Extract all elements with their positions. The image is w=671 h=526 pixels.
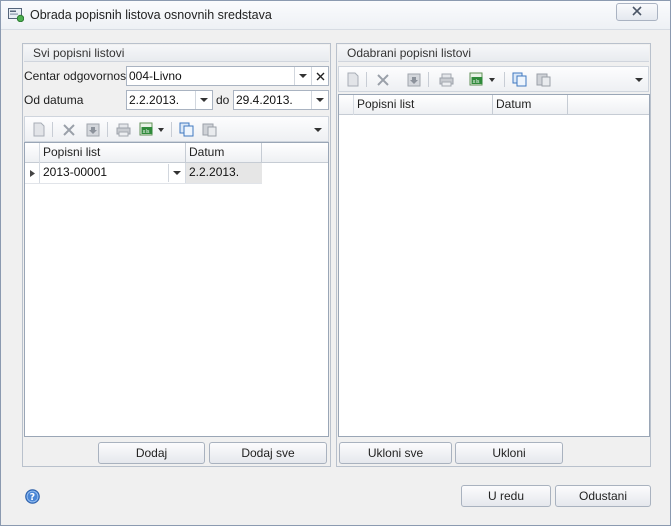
window-title: Obrada popisnih listova osnovnih sredsta… xyxy=(30,8,272,22)
copy-icon xyxy=(512,72,526,87)
cell-datum[interactable]: 2.2.2013. xyxy=(186,163,262,183)
save-button[interactable] xyxy=(84,121,102,138)
toolbar-separator xyxy=(428,72,429,87)
add-all-button[interactable]: Dodaj sve xyxy=(209,442,327,464)
add-button[interactable]: Dodaj xyxy=(98,442,205,464)
from-date-label: Od datuma xyxy=(24,93,84,107)
cancel-button[interactable]: Odustani xyxy=(555,485,651,507)
from-date-dropdown-button[interactable] xyxy=(195,91,212,109)
toolbar-separator xyxy=(366,72,367,87)
new-icon xyxy=(347,72,359,87)
excel-export-button[interactable]: xls xyxy=(138,121,156,138)
center-label: Centar odgovornosti xyxy=(24,69,133,83)
print-icon xyxy=(116,123,130,136)
column-header-popisni-list[interactable]: Popisni list xyxy=(40,143,186,163)
close-icon xyxy=(632,5,642,19)
to-date-picker[interactable]: 29.4.2013. xyxy=(233,90,329,110)
excel-export-dropdown[interactable] xyxy=(156,121,166,138)
app-icon xyxy=(8,8,25,23)
new-button[interactable] xyxy=(344,71,362,88)
column-header-datum[interactable]: Datum xyxy=(493,95,568,115)
title-bar[interactable]: Obrada popisnih listova osnovnih sredsta… xyxy=(1,1,670,30)
clear-icon xyxy=(316,72,324,80)
chevron-down-icon xyxy=(316,98,324,102)
svg-text:?: ? xyxy=(30,492,36,503)
dialog-window: Obrada popisnih listova osnovnih sredsta… xyxy=(0,0,671,526)
copy-button[interactable] xyxy=(177,121,195,138)
right-toolbar: xls xyxy=(338,66,649,92)
to-date-dropdown-button[interactable] xyxy=(311,91,328,109)
delete-icon xyxy=(63,123,75,136)
excel-export-button[interactable]: xls xyxy=(468,71,486,88)
save-button[interactable] xyxy=(405,71,423,88)
delete-button[interactable] xyxy=(60,121,78,138)
copy-icon xyxy=(179,122,193,137)
toolbar-options-button[interactable] xyxy=(312,121,324,138)
print-icon xyxy=(439,73,453,86)
dropdown-arrow-icon xyxy=(158,127,164,132)
close-button[interactable] xyxy=(616,3,658,21)
copy-button[interactable] xyxy=(510,71,528,88)
dropdown-arrow-icon xyxy=(489,77,495,82)
all-lists-grid[interactable]: Popisni list Datum 2013-00001 2.2.2013. xyxy=(24,142,329,437)
cell-popisni-list[interactable]: 2013-00001 xyxy=(40,163,186,183)
help-icon[interactable]: ? xyxy=(25,489,40,504)
toolbar-separator xyxy=(107,122,108,137)
to-date-label: do xyxy=(216,93,230,107)
new-button[interactable] xyxy=(30,121,48,138)
center-value: 004-Livno xyxy=(129,69,182,83)
all-lists-panel: Svi popisni listovi Centar odgovornosti … xyxy=(22,43,331,467)
from-date-picker[interactable]: 2.2.2013. xyxy=(126,90,213,110)
toolbar-separator xyxy=(52,122,53,137)
toolbar-separator xyxy=(171,122,172,137)
from-date-value: 2.2.2013. xyxy=(129,93,180,107)
selected-lists-grid[interactable]: Popisni list Datum xyxy=(338,94,650,437)
row-indicator xyxy=(25,163,40,183)
paste-icon xyxy=(536,73,550,87)
delete-button[interactable] xyxy=(374,71,392,88)
svg-text:xls: xls xyxy=(142,129,149,135)
new-icon xyxy=(33,122,45,137)
paste-button[interactable] xyxy=(534,71,552,88)
excel-export-icon: xls xyxy=(469,72,482,86)
print-button[interactable] xyxy=(437,71,455,88)
row-indicator-header xyxy=(25,143,40,163)
left-toolbar: xls xyxy=(24,116,329,142)
current-row-icon xyxy=(29,169,35,177)
ok-button[interactable]: U redu xyxy=(461,485,551,507)
print-button[interactable] xyxy=(114,121,132,138)
paste-button[interactable] xyxy=(200,121,218,138)
toolbar-options-button[interactable] xyxy=(633,71,645,88)
remove-all-button[interactable]: Ukloni sve xyxy=(339,442,452,464)
grid-header: Popisni list Datum xyxy=(339,95,649,115)
chevron-down-icon xyxy=(200,98,208,102)
toolbar-options-icon xyxy=(314,127,322,132)
svg-text:xls: xls xyxy=(472,79,479,85)
toolbar-options-icon xyxy=(635,77,643,82)
toolbar-separator xyxy=(504,72,505,87)
paste-icon xyxy=(202,123,216,137)
center-combo[interactable]: 004-Livno xyxy=(126,66,329,86)
to-date-value: 29.4.2013. xyxy=(236,93,293,107)
column-header-popisni-list[interactable]: Popisni list xyxy=(354,95,493,115)
panel-caption: Svi popisni listovi xyxy=(24,45,329,62)
column-header-datum[interactable]: Datum xyxy=(186,143,262,163)
chevron-down-icon xyxy=(299,74,307,78)
panel-caption: Odabrani popisni listovi xyxy=(338,45,649,62)
save-icon xyxy=(86,123,100,136)
selected-lists-panel: Odabrani popisni listovi xls Popisni lis… xyxy=(336,43,651,467)
excel-export-icon: xls xyxy=(139,122,152,136)
remove-button[interactable]: Ukloni xyxy=(455,442,563,464)
cell-editor-dropdown[interactable] xyxy=(168,164,185,182)
chevron-down-icon xyxy=(173,171,181,175)
center-clear-button[interactable] xyxy=(311,67,328,85)
excel-export-dropdown[interactable] xyxy=(487,71,497,88)
table-row[interactable]: 2013-00001 2.2.2013. xyxy=(25,163,262,184)
grid-header: Popisni list Datum xyxy=(25,143,328,163)
save-icon xyxy=(407,73,421,86)
row-indicator-header xyxy=(339,95,354,115)
delete-icon xyxy=(377,73,389,86)
center-dropdown-button[interactable] xyxy=(294,67,311,85)
